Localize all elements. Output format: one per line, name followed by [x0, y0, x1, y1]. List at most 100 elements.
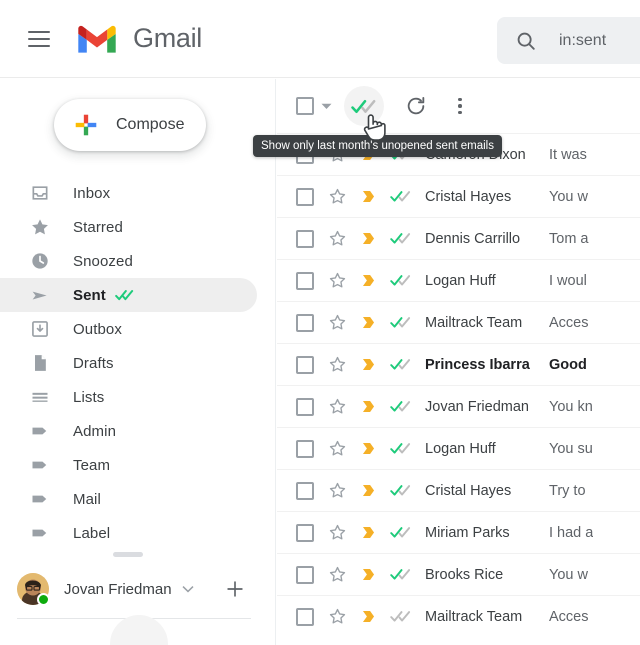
sidebar-item-snoozed[interactable]: Snoozed — [0, 244, 257, 278]
star-icon[interactable] — [328, 523, 347, 542]
list-toolbar — [277, 79, 640, 133]
important-marker-icon[interactable] — [359, 271, 378, 290]
double-check-icon — [390, 609, 412, 625]
chevron-down-icon[interactable] — [321, 97, 332, 115]
gmail-brand: Gmail — [74, 22, 202, 56]
table-row[interactable]: Mailtrack Team Acces — [277, 595, 640, 637]
sender-name: Mailtrack Team — [425, 314, 523, 331]
row-checkbox[interactable] — [296, 397, 314, 416]
sender-name: Dennis Carrillo — [425, 230, 521, 247]
table-row[interactable]: Jovan Friedman You kn — [277, 385, 640, 427]
sidebar-item-outbox[interactable]: Outbox — [0, 312, 257, 346]
sender-name: Brooks Rice — [425, 566, 504, 583]
sidebar-item-label: Mail — [73, 490, 101, 508]
sidebar-item-drafts[interactable]: Drafts — [0, 346, 257, 380]
double-check-icon — [390, 483, 412, 499]
page-title: Gmail — [133, 23, 203, 53]
refresh-button[interactable] — [396, 86, 436, 126]
sidebar-item-inbox[interactable]: Inbox — [0, 176, 257, 210]
account-name: Jovan Friedman — [64, 580, 172, 598]
sender-name: Princess Ibarra — [425, 356, 530, 373]
star-icon[interactable] — [328, 271, 347, 290]
sidebar-item-mail[interactable]: Mail — [0, 482, 257, 516]
row-checkbox[interactable] — [296, 439, 314, 458]
avatar[interactable] — [17, 573, 50, 606]
double-check-icon — [390, 315, 412, 331]
email-snippet: You su — [549, 440, 593, 457]
table-row[interactable]: Brooks Rice You w — [277, 553, 640, 595]
add-account-button[interactable] — [224, 578, 246, 600]
online-status-dot — [37, 593, 50, 606]
refresh-icon — [407, 97, 425, 115]
table-row[interactable]: Cristal Hayes You w — [277, 175, 640, 217]
row-checkbox[interactable] — [296, 481, 314, 500]
sidebar-resize-handle[interactable] — [113, 552, 143, 557]
plus-icon — [75, 114, 97, 136]
sidebar-item-admin[interactable]: Admin — [0, 414, 257, 448]
sender-name: Logan Huff — [425, 272, 496, 289]
row-checkbox[interactable] — [296, 313, 314, 332]
sidebar-item-label: Admin — [73, 422, 117, 440]
sidebar-nav: Inbox Starred Snoozed Sent Outbox Drafts… — [0, 176, 275, 550]
star-icon[interactable] — [328, 229, 347, 248]
sender-name: Cristal Hayes — [425, 188, 512, 205]
hamburger-icon[interactable] — [16, 16, 62, 62]
table-row[interactable]: Miriam Parks I had a — [277, 511, 640, 553]
table-row[interactable]: Cristal Hayes Try to — [277, 469, 640, 511]
sidebar-item-lists[interactable]: Lists — [0, 380, 257, 414]
sidebar-item-label: Inbox — [73, 184, 111, 202]
double-check-icon — [390, 567, 412, 583]
select-all-checkbox[interactable] — [296, 97, 332, 115]
table-row[interactable]: Logan Huff I woul — [277, 259, 640, 301]
important-marker-icon[interactable] — [359, 481, 378, 500]
row-checkbox[interactable] — [296, 607, 314, 626]
row-checkbox[interactable] — [296, 523, 314, 542]
sidebar-item-sent[interactable]: Sent — [0, 278, 257, 312]
outbox-icon — [29, 318, 51, 340]
star-icon[interactable] — [328, 187, 347, 206]
row-checkbox[interactable] — [296, 229, 314, 248]
list-icon — [29, 386, 51, 408]
sidebar-item-label: Team — [73, 456, 111, 474]
important-marker-icon[interactable] — [359, 523, 378, 542]
sidebar-item-team[interactable]: Team — [0, 448, 257, 482]
mailtrack-filter-button[interactable] — [344, 86, 384, 126]
star-icon[interactable] — [328, 565, 347, 584]
sidebar-item-label[interactable]: Label — [0, 516, 257, 550]
important-marker-icon[interactable] — [359, 607, 378, 626]
account-row[interactable]: Jovan Friedman — [0, 564, 276, 614]
important-marker-icon[interactable] — [359, 313, 378, 332]
star-icon[interactable] — [328, 313, 347, 332]
important-marker-icon[interactable] — [359, 229, 378, 248]
search-input[interactable]: in:sent — [559, 32, 606, 50]
double-check-icon — [390, 189, 412, 205]
row-checkbox[interactable] — [296, 187, 314, 206]
row-checkbox[interactable] — [296, 355, 314, 374]
star-icon[interactable] — [328, 397, 347, 416]
important-marker-icon[interactable] — [359, 439, 378, 458]
table-row[interactable]: Logan Huff You su — [277, 427, 640, 469]
star-icon[interactable] — [328, 355, 347, 374]
star-icon[interactable] — [328, 481, 347, 500]
gmail-logo-icon — [78, 25, 116, 53]
sender-name: Cristal Hayes — [425, 482, 512, 499]
email-snippet: I woul — [549, 272, 587, 289]
table-row[interactable]: Princess Ibarra Good — [277, 343, 640, 385]
table-row[interactable]: Mailtrack Team Acces — [277, 301, 640, 343]
sidebar-item-starred[interactable]: Starred — [0, 210, 257, 244]
search-bar[interactable]: in:sent — [497, 17, 640, 64]
table-row[interactable]: Dennis Carrillo Tom a — [277, 217, 640, 259]
star-icon[interactable] — [328, 607, 347, 626]
more-options-button[interactable] — [443, 86, 477, 126]
important-marker-icon[interactable] — [359, 355, 378, 374]
important-marker-icon[interactable] — [359, 565, 378, 584]
important-marker-icon[interactable] — [359, 397, 378, 416]
row-checkbox[interactable] — [296, 271, 314, 290]
email-snippet: I had a — [549, 524, 594, 541]
chevron-down-icon[interactable] — [182, 580, 194, 598]
important-marker-icon[interactable] — [359, 187, 378, 206]
row-checkbox[interactable] — [296, 565, 314, 584]
star-icon[interactable] — [328, 439, 347, 458]
compose-button[interactable]: Compose — [54, 99, 206, 151]
double-check-icon — [115, 288, 135, 302]
